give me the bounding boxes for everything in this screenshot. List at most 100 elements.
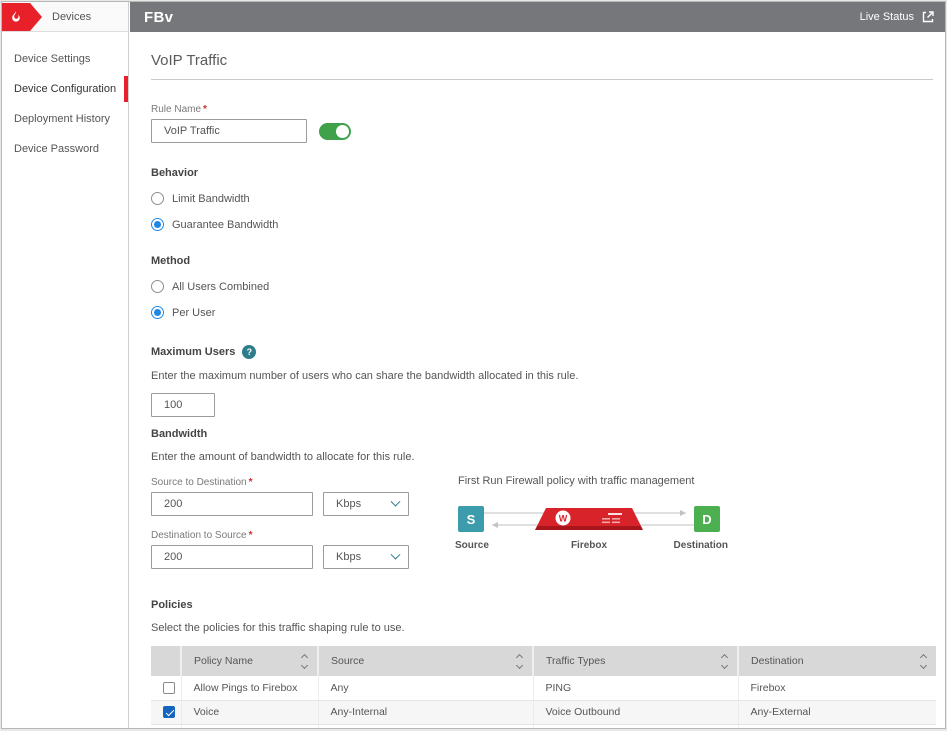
table-row: Voice Any-Internal Voice Outbound Any-Ex… <box>151 700 936 724</box>
live-status-label: Live Status <box>860 11 914 23</box>
watchguard-logo <box>2 3 42 31</box>
bandwidth-section: Bandwidth Enter the amount of bandwidth … <box>151 428 933 569</box>
traffic-diagram: First Run Firewall policy with traffic m… <box>458 475 720 554</box>
topbar: FBv Live Status <box>130 2 946 32</box>
column-header-traffic-types[interactable]: Traffic Types <box>533 646 738 676</box>
flame-icon <box>9 10 23 24</box>
sidebar-item-device-configuration[interactable]: Device Configuration <box>2 78 128 100</box>
required-asterisk: * <box>249 477 253 488</box>
svg-text:W: W <box>559 514 568 524</box>
radio-icon <box>151 306 164 319</box>
toggle-knob <box>336 125 349 138</box>
rule-name-group: Rule Name* <box>151 104 933 143</box>
policies-label: Policies <box>151 599 933 611</box>
sidebar-item-device-settings[interactable]: Device Settings <box>2 48 128 70</box>
radio-icon <box>151 192 164 205</box>
cell-policy-name: Voice <box>181 700 318 724</box>
column-header-destination[interactable]: Destination <box>738 646 936 676</box>
cell-source: Any-Internal <box>318 724 533 729</box>
table-header-row: Policy Name Source Traffic Types <box>151 646 936 676</box>
cell-traffic-types: Voice Outbound <box>533 700 738 724</box>
column-header-policy-name[interactable]: Policy Name <box>181 646 318 676</box>
sidebar-item-label: Deployment History <box>14 113 110 125</box>
policies-description: Select the policies for this traffic sha… <box>151 622 933 634</box>
external-link-icon <box>921 10 935 24</box>
sidebar-item-label: Device Configuration <box>14 83 116 95</box>
sidebar-item-label: Device Password <box>14 143 99 155</box>
live-status-link[interactable]: Live Status <box>860 10 935 24</box>
policies-table: Policy Name Source Traffic Types <box>151 646 936 729</box>
radio-label: Per User <box>172 307 215 319</box>
row-checkbox[interactable] <box>163 706 175 718</box>
sidebar: Devices Device Settings Device Configura… <box>2 2 129 728</box>
column-header-source[interactable]: Source <box>318 646 533 676</box>
sidebar-header: Devices <box>2 2 128 32</box>
maximum-users-label: Maximum Users <box>151 346 235 358</box>
radio-icon <box>151 218 164 231</box>
app-label: Devices <box>52 11 91 23</box>
radio-label: All Users Combined <box>172 281 269 293</box>
cell-policy-name: Allow Pings to Firebox <box>181 676 318 700</box>
source-to-destination-input[interactable] <box>151 492 313 516</box>
method-label: Method <box>151 255 933 267</box>
main-content: VoIP Traffic Rule Name* Behavior Limit B… <box>130 32 946 729</box>
row-checkbox[interactable] <box>163 682 175 694</box>
cell-traffic-types: PING <box>533 676 738 700</box>
cell-policy-name: WatchGuard Threat Detectio... <box>181 724 318 729</box>
rule-name-input[interactable] <box>151 119 307 143</box>
maximum-users-description: Enter the maximum number of users who ca… <box>151 370 933 382</box>
sort-icon[interactable] <box>921 655 926 668</box>
checkbox-column-header <box>151 646 181 676</box>
cell-destination: Firebox <box>738 676 936 700</box>
bandwidth-description: Enter the amount of bandwidth to allocat… <box>151 451 933 463</box>
page-title: VoIP Traffic <box>151 52 933 80</box>
radio-guarantee-bandwidth[interactable]: Guarantee Bandwidth <box>151 218 933 231</box>
cell-source: Any-Internal <box>318 700 533 724</box>
firebox-icon: W <box>535 508 643 530</box>
table-row: WatchGuard Threat Detectio... Any-Intern… <box>151 724 936 729</box>
source-to-destination-unit-select[interactable]: Kbps <box>323 492 409 516</box>
maximum-users-section: Maximum Users ? Enter the maximum number… <box>151 345 933 417</box>
chevron-down-icon <box>391 549 401 559</box>
behavior-label: Behavior <box>151 167 933 179</box>
required-asterisk: * <box>249 530 253 541</box>
source-node: S <box>458 506 484 532</box>
radio-per-user[interactable]: Per User <box>151 306 933 319</box>
radio-label: Guarantee Bandwidth <box>172 219 278 231</box>
destination-to-source-input[interactable] <box>151 545 313 569</box>
device-title: FBv <box>144 9 173 26</box>
table-row: Allow Pings to Firebox Any PING Firebox <box>151 676 936 700</box>
diagram-caption: First Run Firewall policy with traffic m… <box>458 475 720 487</box>
sort-icon[interactable] <box>722 655 727 668</box>
chevron-down-icon <box>391 496 401 506</box>
method-section: Method All Users Combined Per User <box>151 255 933 319</box>
cell-destination: tdr-hsc-eu.watchguard.com, tdr-hsc-na.wa… <box>738 724 936 729</box>
sidebar-item-device-password[interactable]: Device Password <box>2 138 128 160</box>
diagram-arrows-and-firebox: W <box>484 504 694 534</box>
radio-label: Limit Bandwidth <box>172 193 250 205</box>
sort-icon[interactable] <box>302 655 307 668</box>
sort-icon[interactable] <box>517 655 522 668</box>
rule-name-label: Rule Name* <box>151 104 307 115</box>
cell-destination: Any-External <box>738 700 936 724</box>
radio-icon <box>151 280 164 293</box>
cell-traffic-types: HTTPS <box>533 724 738 729</box>
destination-node: D <box>694 506 720 532</box>
unit-value: Kbps <box>336 498 361 510</box>
radio-all-users-combined[interactable]: All Users Combined <box>151 280 933 293</box>
app-window: Devices Device Settings Device Configura… <box>1 1 946 729</box>
radio-limit-bandwidth[interactable]: Limit Bandwidth <box>151 192 933 205</box>
maximum-users-input[interactable] <box>151 393 215 417</box>
rule-enabled-toggle[interactable] <box>319 123 351 140</box>
bandwidth-label: Bandwidth <box>151 428 933 440</box>
sidebar-nav: Device Settings Device Configuration Dep… <box>2 32 128 160</box>
help-icon[interactable]: ? <box>242 345 256 359</box>
destination-to-source-unit-select[interactable]: Kbps <box>323 545 409 569</box>
cell-source: Any <box>318 676 533 700</box>
policies-section: Policies Select the policies for this tr… <box>151 599 933 729</box>
required-asterisk: * <box>203 104 207 115</box>
unit-value: Kbps <box>336 551 361 563</box>
behavior-section: Behavior Limit Bandwidth Guarantee Bandw… <box>151 167 933 231</box>
sidebar-item-label: Device Settings <box>14 53 90 65</box>
sidebar-item-deployment-history[interactable]: Deployment History <box>2 108 128 130</box>
